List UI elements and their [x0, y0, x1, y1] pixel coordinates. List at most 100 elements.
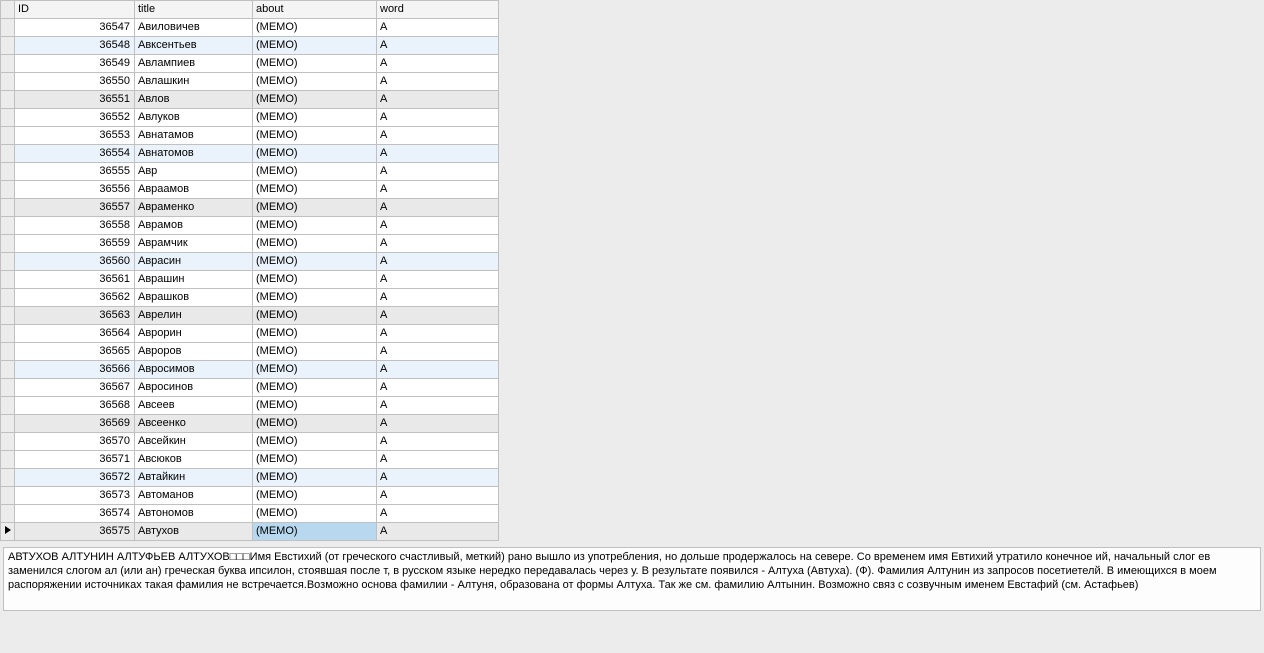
row-selector[interactable]	[1, 325, 15, 343]
table-row[interactable]: 36555Авр(MEMO)А	[1, 163, 499, 181]
cell-word[interactable]: А	[377, 235, 499, 253]
cell-about[interactable]: (MEMO)	[253, 505, 377, 523]
cell-title[interactable]: Аврамов	[135, 217, 253, 235]
cell-id[interactable]: 36547	[15, 19, 135, 37]
row-selector[interactable]	[1, 343, 15, 361]
table-row[interactable]: 36553Авнатамов(MEMO)А	[1, 127, 499, 145]
cell-word[interactable]: А	[377, 19, 499, 37]
table-row[interactable]: 36573Автоманов(MEMO)А	[1, 487, 499, 505]
table-row[interactable]: 36557Авраменко(MEMO)А	[1, 199, 499, 217]
row-selector[interactable]	[1, 109, 15, 127]
cell-title[interactable]: Аврасин	[135, 253, 253, 271]
row-selector[interactable]	[1, 181, 15, 199]
row-selector[interactable]	[1, 505, 15, 523]
table-row[interactable]: 36559Аврамчик(MEMO)А	[1, 235, 499, 253]
cell-word[interactable]: А	[377, 163, 499, 181]
cell-title[interactable]: Авр	[135, 163, 253, 181]
table-row[interactable]: 36566Авросимов(MEMO)А	[1, 361, 499, 379]
row-selector[interactable]	[1, 163, 15, 181]
cell-word[interactable]: А	[377, 307, 499, 325]
cell-word[interactable]: А	[377, 253, 499, 271]
cell-id[interactable]: 36559	[15, 235, 135, 253]
row-selector[interactable]	[1, 415, 15, 433]
table-row[interactable]: 36569Авсеенко(MEMO)А	[1, 415, 499, 433]
cell-word[interactable]: А	[377, 217, 499, 235]
cell-id[interactable]: 36558	[15, 217, 135, 235]
cell-title[interactable]: Авлампиев	[135, 55, 253, 73]
cell-about[interactable]: (MEMO)	[253, 289, 377, 307]
cell-id[interactable]: 36570	[15, 433, 135, 451]
cell-title[interactable]: Авраменко	[135, 199, 253, 217]
row-selector[interactable]	[1, 469, 15, 487]
cell-title[interactable]: Аврамчик	[135, 235, 253, 253]
cell-word[interactable]: А	[377, 361, 499, 379]
cell-word[interactable]: А	[377, 55, 499, 73]
col-header-title[interactable]: title	[135, 1, 253, 19]
cell-id[interactable]: 36551	[15, 91, 135, 109]
row-selector[interactable]	[1, 307, 15, 325]
table-row[interactable]: 36554Авнатомов(MEMO)А	[1, 145, 499, 163]
cell-title[interactable]: Авросимов	[135, 361, 253, 379]
row-selector[interactable]	[1, 451, 15, 469]
row-selector[interactable]	[1, 145, 15, 163]
cell-title[interactable]: Авсеенко	[135, 415, 253, 433]
cell-about[interactable]: (MEMO)	[253, 523, 377, 541]
row-selector[interactable]	[1, 127, 15, 145]
table-row[interactable]: 36563Аврелин(MEMO)А	[1, 307, 499, 325]
cell-about[interactable]: (MEMO)	[253, 271, 377, 289]
col-header-id[interactable]: ID	[15, 1, 135, 19]
detail-text-pane[interactable]: АВТУХОВ АЛТУНИН АЛТУФЬЕВ АЛТУХОВ□□□Имя Е…	[3, 547, 1261, 611]
row-selector[interactable]	[1, 523, 15, 541]
cell-word[interactable]: А	[377, 379, 499, 397]
table-row[interactable]: 36574Автономов(MEMO)А	[1, 505, 499, 523]
table-row[interactable]: 36571Авсюков(MEMO)А	[1, 451, 499, 469]
cell-title[interactable]: Авиловичев	[135, 19, 253, 37]
cell-word[interactable]: А	[377, 325, 499, 343]
cell-about[interactable]: (MEMO)	[253, 37, 377, 55]
cell-about[interactable]: (MEMO)	[253, 451, 377, 469]
cell-word[interactable]: А	[377, 487, 499, 505]
cell-about[interactable]: (MEMO)	[253, 199, 377, 217]
row-selector[interactable]	[1, 217, 15, 235]
col-header-about[interactable]: about	[253, 1, 377, 19]
cell-id[interactable]: 36563	[15, 307, 135, 325]
table-row[interactable]: 36568Авсеев(MEMO)А	[1, 397, 499, 415]
cell-title[interactable]: Авнатомов	[135, 145, 253, 163]
row-selector[interactable]	[1, 379, 15, 397]
row-selector[interactable]	[1, 289, 15, 307]
table-row[interactable]: 36558Аврамов(MEMO)А	[1, 217, 499, 235]
cell-about[interactable]: (MEMO)	[253, 55, 377, 73]
cell-id[interactable]: 36550	[15, 73, 135, 91]
cell-about[interactable]: (MEMO)	[253, 181, 377, 199]
cell-about[interactable]: (MEMO)	[253, 91, 377, 109]
row-selector[interactable]	[1, 487, 15, 505]
cell-about[interactable]: (MEMO)	[253, 19, 377, 37]
cell-word[interactable]: А	[377, 505, 499, 523]
cell-id[interactable]: 36554	[15, 145, 135, 163]
table-row[interactable]: 36561Аврашин(MEMO)А	[1, 271, 499, 289]
cell-id[interactable]: 36562	[15, 289, 135, 307]
cell-word[interactable]: А	[377, 415, 499, 433]
cell-word[interactable]: А	[377, 469, 499, 487]
cell-title[interactable]: Авлуков	[135, 109, 253, 127]
cell-about[interactable]: (MEMO)	[253, 217, 377, 235]
cell-title[interactable]: Аврашин	[135, 271, 253, 289]
row-selector[interactable]	[1, 397, 15, 415]
cell-id[interactable]: 36566	[15, 361, 135, 379]
cell-word[interactable]: А	[377, 451, 499, 469]
cell-title[interactable]: Авсейкин	[135, 433, 253, 451]
cell-id[interactable]: 36556	[15, 181, 135, 199]
cell-title[interactable]: Автухов	[135, 523, 253, 541]
cell-about[interactable]: (MEMO)	[253, 379, 377, 397]
cell-word[interactable]: А	[377, 73, 499, 91]
cell-title[interactable]: Автономов	[135, 505, 253, 523]
cell-title[interactable]: Авлашкин	[135, 73, 253, 91]
row-selector[interactable]	[1, 271, 15, 289]
cell-title[interactable]: Авсеев	[135, 397, 253, 415]
cell-about[interactable]: (MEMO)	[253, 343, 377, 361]
cell-about[interactable]: (MEMO)	[253, 145, 377, 163]
table-row[interactable]: 36551Авлов(MEMO)А	[1, 91, 499, 109]
cell-word[interactable]: А	[377, 343, 499, 361]
cell-about[interactable]: (MEMO)	[253, 325, 377, 343]
cell-id[interactable]: 36553	[15, 127, 135, 145]
